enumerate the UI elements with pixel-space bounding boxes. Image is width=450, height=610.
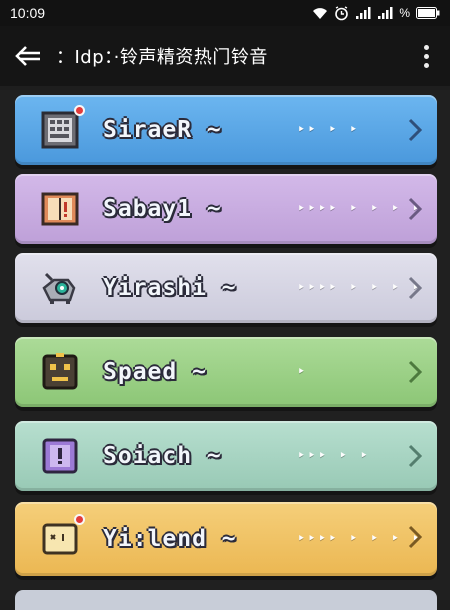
chevron-right-icon — [408, 444, 423, 468]
wifi-icon — [312, 7, 328, 20]
item-dots: ‣‣‣‣ ‣ ‣ ‣ ‣ — [297, 201, 423, 217]
list-item[interactable]: Soiach ~ ‣‣‣ ‣ ‣ — [15, 421, 437, 491]
robot-face-icon — [39, 351, 81, 393]
item-dots: ‣ — [297, 364, 308, 380]
item-name: Yirashi ~ — [103, 275, 237, 301]
more-vertical-icon — [423, 44, 429, 50]
notification-badge — [74, 514, 85, 525]
list-item-partial[interactable] — [15, 590, 437, 610]
alarm-icon — [334, 5, 349, 21]
signal-icon — [355, 6, 371, 20]
ringtone-list: SiraeR ~ ‣‣ ‣ ‣ Sabay1 ~ ‣‣‣‣ ‣ ‣ ‣ ‣ Yi… — [0, 90, 450, 600]
list-item[interactable]: Spaed ~ ‣ — [15, 337, 437, 407]
item-name: Yi:lend ~ — [103, 526, 237, 552]
item-name: SiraeR ~ — [103, 117, 222, 143]
chevron-right-icon — [408, 118, 423, 142]
chevron-right-icon — [408, 197, 423, 221]
item-name: Spaed ~ — [103, 359, 207, 385]
item-name: Soiach ~ — [103, 443, 222, 469]
battery-text: % — [399, 6, 410, 20]
item-dots: ‣‣ ‣ ‣ — [297, 122, 360, 138]
more-options-button[interactable] — [416, 38, 436, 74]
list-item[interactable]: Yirashi ~ ‣‣‣‣ ‣ ‣ ‣ ‣ — [15, 253, 437, 323]
status-bar: 10:09 % — [0, 0, 450, 26]
item-dots: ‣‣‣ ‣ ‣ — [297, 448, 371, 464]
list-item[interactable]: Sabay1 ~ ‣‣‣‣ ‣ ‣ ‣ ‣ — [15, 174, 437, 244]
notification-badge — [74, 105, 85, 116]
chevron-right-icon — [408, 525, 423, 549]
back-button[interactable] — [0, 26, 56, 86]
item-dots: ‣‣‣‣ ‣ ‣ ‣ ‣ — [297, 280, 423, 296]
status-icons: % — [312, 5, 440, 21]
app-bar: ：Idp：·铃声精资热门铃音 — [0, 26, 450, 86]
alert-box-icon — [39, 435, 81, 477]
note-icon — [39, 514, 85, 560]
keypad-icon — [39, 105, 85, 151]
back-arrow-icon — [15, 46, 40, 66]
status-time: 10:09 — [10, 5, 46, 21]
item-dots: ‣‣‣‣ ‣ ‣ ‣ ‣ — [297, 531, 423, 547]
list-item[interactable]: SiraeR ~ ‣‣ ‣ ‣ — [15, 95, 437, 165]
item-name: Sabay1 ~ — [103, 196, 222, 222]
chevron-right-icon — [408, 276, 423, 300]
signal-icon — [377, 6, 393, 20]
book-icon — [39, 188, 81, 230]
robot-creature-icon — [39, 267, 81, 309]
chevron-right-icon — [408, 360, 423, 384]
page-title: ：Idp：·铃声精资热门铃音 — [56, 47, 268, 68]
battery-icon — [416, 7, 440, 19]
list-item[interactable]: Yi:lend ~ ‣‣‣‣ ‣ ‣ ‣ ‣ — [15, 502, 437, 576]
